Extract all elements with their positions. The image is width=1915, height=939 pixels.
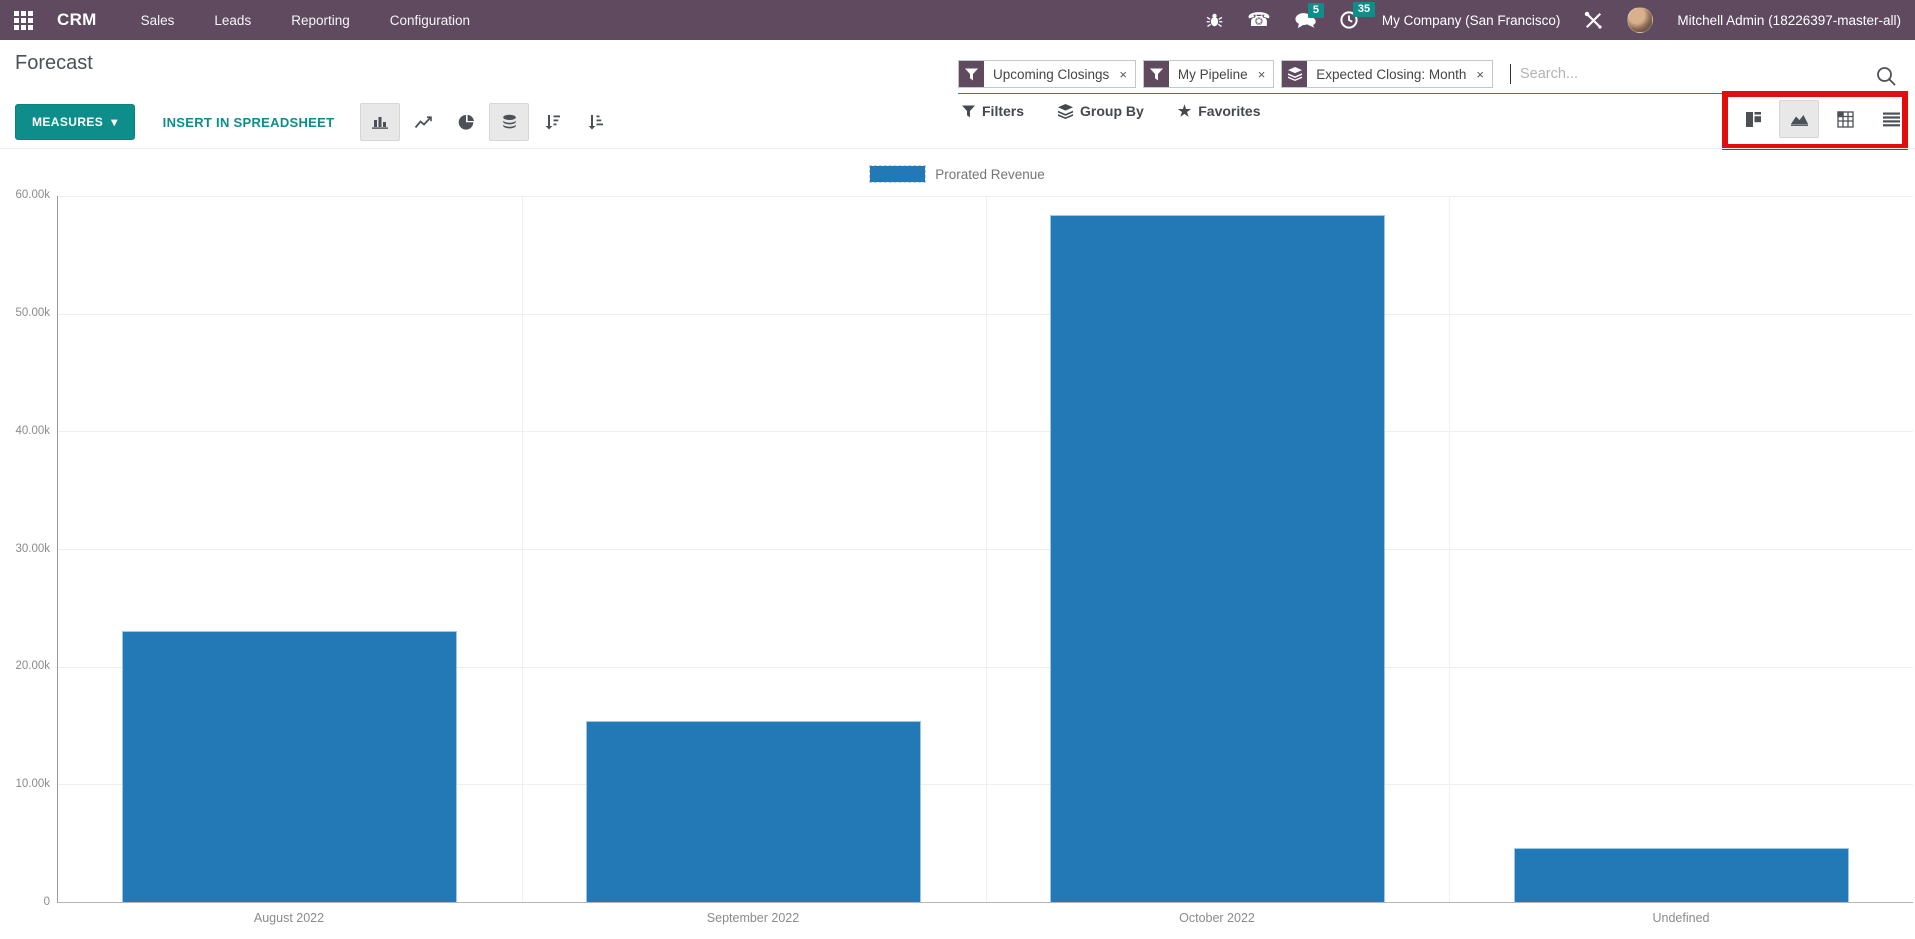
bug-icon[interactable] xyxy=(1206,12,1223,29)
favorites-dropdown[interactable]: ★ Favorites xyxy=(1178,103,1261,119)
line-chart-mode-button[interactable] xyxy=(403,103,443,141)
v-gridline xyxy=(522,196,523,902)
y-tick-label: 50.00k xyxy=(0,307,50,319)
activities-clock-icon[interactable]: 35 xyxy=(1340,11,1358,29)
search-icon[interactable] xyxy=(1875,65,1897,92)
user-menu[interactable]: Mitchell Admin (18226397-master-all) xyxy=(1677,13,1901,28)
search-facet[interactable]: Expected Closing: Month× xyxy=(1281,60,1493,88)
facet-label: My Pipeline xyxy=(1169,61,1257,87)
voip-phone-icon[interactable]: ☎ xyxy=(1247,11,1271,30)
facet-label: Upcoming Closings xyxy=(984,61,1118,87)
apps-menu-icon[interactable] xyxy=(14,11,33,30)
insert-in-spreadsheet-button[interactable]: INSERT IN SPREADSHEET xyxy=(163,115,335,130)
y-tick-label: 60.00k xyxy=(0,189,50,201)
search-underline xyxy=(958,93,1722,94)
menu-reporting[interactable]: Reporting xyxy=(291,13,350,28)
layers-icon xyxy=(1058,104,1073,119)
x-axis-label: October 2022 xyxy=(985,911,1449,925)
view-switcher xyxy=(1733,100,1911,138)
filter-funnel-icon xyxy=(965,68,978,81)
facet-remove-icon[interactable]: × xyxy=(1257,61,1274,87)
filter-icon xyxy=(1144,61,1169,87)
y-tick-label: 20.00k xyxy=(0,660,50,672)
v-gridline xyxy=(1449,196,1450,902)
tools-icon[interactable] xyxy=(1584,11,1603,30)
menu-leads[interactable]: Leads xyxy=(214,13,251,28)
legend-swatch[interactable] xyxy=(870,166,925,182)
search-facet[interactable]: My Pipeline× xyxy=(1143,60,1274,88)
header-divider xyxy=(0,148,1915,149)
control-bar: MEASURES ▾ INSERT IN SPREADSHEET xyxy=(15,103,615,141)
messages-badge: 5 xyxy=(1308,3,1324,18)
list-view-button[interactable] xyxy=(1871,100,1911,138)
facet-label: Expected Closing: Month xyxy=(1307,61,1475,87)
search-facet[interactable]: Upcoming Closings× xyxy=(958,60,1136,88)
activities-badge: 35 xyxy=(1353,2,1375,17)
y-tick-label: 40.00k xyxy=(0,425,50,437)
star-icon: ★ xyxy=(1178,104,1191,119)
group-by-dropdown[interactable]: Group By xyxy=(1058,103,1144,119)
user-avatar[interactable] xyxy=(1627,7,1653,33)
navbar-left: CRM Sales Leads Reporting Configuration xyxy=(14,10,470,30)
chart-mode-buttons xyxy=(360,103,615,141)
search-bar[interactable]: Upcoming Closings×My Pipeline×Expected C… xyxy=(958,60,1905,94)
filters-dropdown[interactable]: Filters xyxy=(962,103,1024,119)
bar-august-2022[interactable] xyxy=(122,631,457,902)
y-tick-label: 30.00k xyxy=(0,543,50,555)
app-name[interactable]: CRM xyxy=(57,10,97,30)
navbar-right: ☎ 5 35 My Company (San Francisco) xyxy=(1206,7,1901,33)
filter-funnel-icon xyxy=(1150,68,1163,81)
chart-legend: Prorated Revenue xyxy=(0,166,1915,182)
bar-chart-plot xyxy=(57,196,1913,903)
menu-sales[interactable]: Sales xyxy=(141,13,175,28)
y-tick-label: 10.00k xyxy=(0,778,50,790)
v-gridline xyxy=(986,196,987,902)
filter-funnel-icon xyxy=(962,105,975,118)
filter-icon xyxy=(959,61,984,87)
layers-icon xyxy=(1288,67,1302,81)
page-title: Forecast xyxy=(15,52,93,75)
facet-container: Upcoming Closings×My Pipeline×Expected C… xyxy=(958,60,1905,88)
caret-down-icon: ▾ xyxy=(111,115,117,129)
layers-icon xyxy=(1282,61,1307,87)
x-axis-label: August 2022 xyxy=(57,911,521,925)
search-options: Filters Group By ★ Favorites xyxy=(962,103,1261,119)
kanban-view-button[interactable] xyxy=(1733,100,1773,138)
company-switcher[interactable]: My Company (San Francisco) xyxy=(1382,13,1561,28)
crm-forecast-page: CRM Sales Leads Reporting Configuration … xyxy=(0,0,1915,939)
legend-label: Prorated Revenue xyxy=(935,167,1045,182)
graph-view-button[interactable] xyxy=(1779,100,1819,138)
y-tick-label: 0 xyxy=(0,896,50,908)
sort-ascending-button[interactable] xyxy=(575,103,615,141)
search-input[interactable]: Search... xyxy=(1520,66,1578,82)
navbar-menu: Sales Leads Reporting Configuration xyxy=(141,13,470,28)
x-axis-label: September 2022 xyxy=(521,911,985,925)
bar-chart-mode-button[interactable] xyxy=(360,103,400,141)
bar-september-2022[interactable] xyxy=(586,721,921,902)
sort-descending-button[interactable] xyxy=(532,103,572,141)
top-navbar: CRM Sales Leads Reporting Configuration … xyxy=(0,0,1915,40)
x-axis-label: Undefined xyxy=(1449,911,1913,925)
menu-configuration[interactable]: Configuration xyxy=(390,13,470,28)
facet-remove-icon[interactable]: × xyxy=(1118,61,1135,87)
bar-october-2022[interactable] xyxy=(1050,215,1385,902)
messages-icon[interactable]: 5 xyxy=(1295,12,1316,29)
facet-remove-icon[interactable]: × xyxy=(1475,61,1492,87)
stacked-mode-button[interactable] xyxy=(489,103,529,141)
pie-chart-mode-button[interactable] xyxy=(446,103,486,141)
pivot-view-button[interactable] xyxy=(1825,100,1865,138)
text-cursor xyxy=(1510,64,1511,84)
bar-undefined[interactable] xyxy=(1514,848,1849,902)
measures-button[interactable]: MEASURES ▾ xyxy=(15,104,135,140)
